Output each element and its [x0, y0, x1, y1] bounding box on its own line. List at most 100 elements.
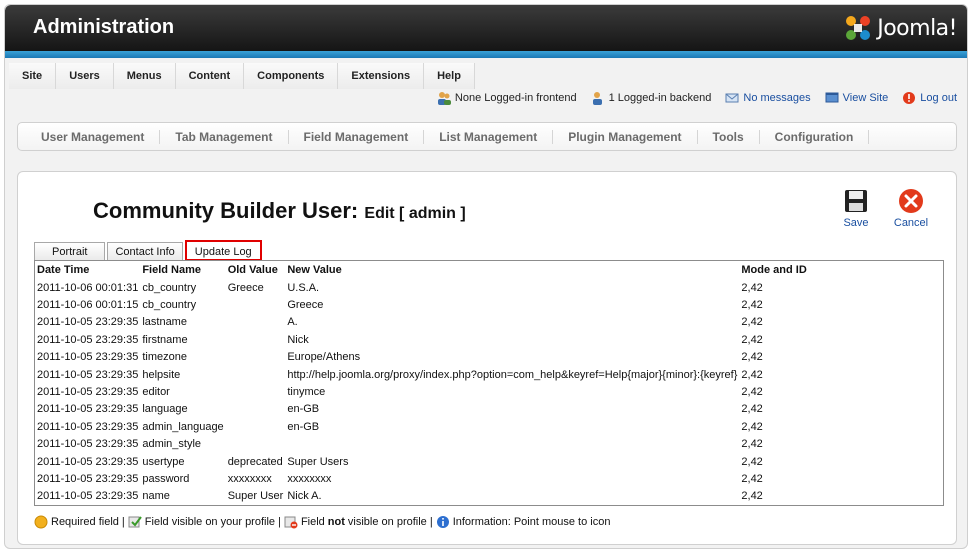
table-row: 2011-10-05 23:29:35 admin_style 2,42 [35, 436, 809, 453]
submenu-field-management[interactable]: Field Management [289, 129, 425, 144]
update-log-rows: 2011-10-06 00:01:31 cb_country Greece U.S.A… [35, 279, 809, 505]
edit-user-panel: Community Builder User: Edit [ admin ] S… [17, 171, 957, 545]
tab-contact-info[interactable]: Contact Info [107, 242, 183, 261]
cell-field-name: cb_country [142, 281, 197, 294]
submenu-configuration[interactable]: Configuration [760, 129, 870, 144]
menu-content[interactable]: Content [175, 63, 245, 89]
table-row: 2011-10-05 23:29:35 language en-GB 2,42 [35, 401, 809, 418]
cell-new-value: tinymce [287, 386, 326, 399]
menu-components[interactable]: Components [244, 63, 339, 89]
menu-extensions[interactable]: Extensions [338, 63, 425, 89]
cell-new-value: Super Users [287, 455, 349, 468]
cell-old-value [226, 418, 286, 435]
cell-old-value: Super User [227, 490, 284, 503]
cell-old-value [226, 383, 286, 400]
cell-new-value: Greece [287, 299, 324, 312]
table-row: 2011-10-05 23:29:35 editor tinymce 2,42 [35, 383, 809, 400]
info-icon [436, 516, 449, 528]
cell-mode-id: 2,42 [741, 455, 763, 468]
menu-site[interactable]: Site [9, 63, 57, 89]
cell-date-time: 2011-10-05 23:29:35 [37, 333, 139, 346]
cell-date-time: 2011-10-05 23:29:35 [37, 368, 139, 381]
cell-date-time: 2011-10-05 23:29:35 [37, 490, 139, 503]
cell-new-value: xxxxxxxx [287, 472, 332, 485]
backend-status-label: 1 Logged-in backend [608, 92, 712, 104]
cell-new-value: Nick [287, 333, 309, 346]
table-row: 2011-10-05 23:29:35 timezone Europe/Athens… [35, 349, 809, 366]
table-row: 2011-10-05 23:29:35 admin_language en-GB 2,… [35, 418, 809, 435]
cell-old-value [226, 349, 286, 366]
header-accent-band [5, 51, 967, 58]
cell-mode-id: 2,42 [741, 420, 763, 433]
cell-field-name: language [142, 403, 188, 416]
col-field-name: Field Name [142, 264, 202, 276]
col-date-time: Date Time [37, 264, 90, 276]
cell-mode-id: 2,42 [741, 299, 763, 312]
menu-menus[interactable]: Menus [113, 63, 176, 89]
tab-update-log[interactable]: Update Log [184, 240, 262, 261]
cell-new-value: Nick A. [287, 490, 322, 503]
cell-date-time: 2011-10-06 00:01:31 [37, 281, 139, 294]
update-log-table: Date Time Field Name Old Value New Value… [35, 261, 809, 505]
logout-link[interactable]: Log out [902, 91, 957, 105]
submenu-plugin-management[interactable]: Plugin Management [553, 129, 698, 144]
submenu-list-management[interactable]: List Management [424, 129, 554, 144]
table-row: 2011-10-05 23:29:35 firstname Nick 2,42 [35, 331, 809, 348]
cell-old-value: Greece [227, 281, 264, 294]
cell-mode-id: 2,42 [741, 333, 763, 346]
cell-mode-id: 2,42 [741, 386, 763, 399]
view-site-link[interactable]: View Site [825, 91, 888, 105]
cell-mode-id: 2,42 [741, 281, 763, 294]
cell-old-value [226, 401, 286, 418]
joomla-logo[interactable]: Joomla! [843, 13, 957, 43]
cell-field-name: helpsite [142, 368, 181, 381]
frontend-status-label: None Logged-in frontend [454, 92, 577, 104]
cell-mode-id: 2,42 [741, 438, 763, 451]
cell-field-name: name [142, 490, 170, 503]
cell-old-value [226, 296, 286, 313]
cell-old-value [226, 331, 286, 348]
tab-portrait[interactable]: Portrait [34, 242, 106, 261]
legend-not-visible-pre: Field [300, 516, 325, 528]
cell-mode-id: 2,42 [741, 316, 763, 329]
cell-mode-id: 2,42 [741, 351, 763, 364]
frontend-status: None Logged-in frontend [437, 91, 577, 105]
cell-date-time: 2011-10-06 00:01:15 [37, 299, 139, 312]
visible-icon [128, 516, 142, 528]
legend: Required field | Field visible on your p… [34, 515, 610, 529]
page-title-sub: Edit [ admin ] [364, 205, 466, 222]
main-menu: Site Users Menus Content Components Exte… [9, 63, 475, 89]
cell-field-name: admin_style [142, 438, 202, 451]
view-site-icon [825, 92, 839, 103]
logout-icon [903, 92, 916, 104]
cell-mode-id: 2,42 [741, 368, 763, 381]
submenu-tab-management[interactable]: Tab Management [160, 129, 289, 144]
cell-field-name: admin_language [142, 420, 224, 433]
menu-help[interactable]: Help [424, 63, 475, 89]
cell-old-value: deprecated [227, 455, 283, 468]
joomla-wordmark: Joomla! [877, 15, 957, 41]
submenu-tools[interactable]: Tools [698, 129, 760, 144]
menu-users[interactable]: Users [56, 63, 114, 89]
cancel-button[interactable]: Cancel [886, 188, 936, 229]
col-mode-id: Mode and ID [741, 264, 807, 276]
cell-date-time: 2011-10-05 23:29:35 [37, 403, 139, 416]
cell-new-value: en-GB [287, 403, 320, 416]
backend-status: 1 Logged-in backend [591, 91, 712, 105]
cell-date-time: 2011-10-05 23:29:35 [37, 351, 139, 364]
page-title: Community Builder User: Edit [ admin ] [93, 198, 466, 224]
cell-new-value: U.S.A. [287, 281, 320, 294]
save-label: Save [843, 217, 869, 229]
profile-tabs: Portrait Contact Info Update Log [34, 240, 264, 261]
cell-field-name: password [142, 472, 190, 485]
legend-not-visible-bold: not [327, 516, 345, 528]
cell-date-time: 2011-10-05 23:29:35 [37, 420, 139, 433]
cell-date-time: 2011-10-05 23:29:35 [37, 386, 139, 399]
cell-old-value [226, 436, 286, 453]
legend-not-visible-post: visible on profile | [347, 516, 433, 528]
cell-field-name: timezone [142, 351, 187, 364]
messages-link[interactable]: No messages [725, 91, 811, 105]
submenu-user-management[interactable]: User Management [26, 129, 161, 144]
header-bar: Administration Joomla! [5, 5, 967, 51]
save-button[interactable]: Save [831, 188, 881, 229]
